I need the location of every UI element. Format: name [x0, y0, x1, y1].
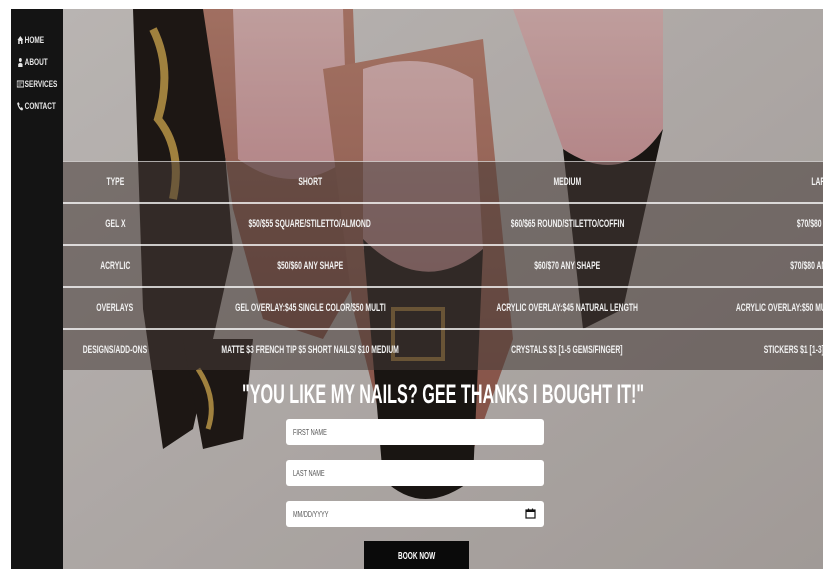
person-icon: [17, 57, 24, 67]
table-cell: STICKERS $1 [1-3]/FINGER-FOILS $3: [681, 328, 823, 370]
table-cell: $50/$55 SQUARE/STILETTO/ALMOND: [166, 202, 454, 245]
home-icon: [17, 35, 24, 45]
date-input[interactable]: MM/DD/YYYY: [286, 501, 544, 527]
table-cell: ACRYLIC OVERLAY:$50 MULTI COLOR/$55 W/DE…: [681, 286, 823, 329]
date-placeholder: MM/DD/YYYY: [293, 509, 329, 519]
table-cell: $50/$60 ANY SHAPE: [166, 244, 454, 287]
column-header-type: TYPE: [63, 161, 167, 203]
calendar-icon[interactable]: [525, 508, 536, 519]
first-name-placeholder: FIRST NAME: [293, 427, 327, 437]
table-cell: CRYSTALS $3 [1-5 GEMS/FINGER]: [453, 328, 682, 370]
table-cell: $70/$80 ANY SHAPE: [681, 244, 823, 287]
nav-item-label: SERVICES: [24, 79, 58, 89]
nav-item-label: CONTACT: [24, 101, 56, 111]
nav-item-home[interactable]: HOME: [11, 29, 61, 51]
column-header-large: LARGE: [681, 161, 823, 203]
table-cell: $70/$80 COFFIN: [681, 202, 823, 245]
table-cell: ACRYLIC: [63, 244, 167, 287]
table-cell: OVERLAYS: [63, 286, 167, 329]
column-header-medium: MEDIUM: [453, 161, 682, 203]
table-cell: $60/$70 ANY SHAPE: [453, 244, 682, 287]
sidebar-nav: HOME ABOUT SERVICES CONTACT: [11, 9, 63, 569]
last-name-placeholder: LAST NAME: [293, 468, 325, 478]
table-row: ACRYLIC $50/$60 ANY SHAPE $60/$70 ANY SH…: [63, 244, 823, 287]
table-header-row: TYPE SHORT MEDIUM LARGE: [63, 161, 823, 203]
table-row: DESIGNS/ADD-ONS MATTE $3 FRENCH TIP $5 S…: [63, 328, 823, 370]
table-cell: GEL X: [63, 202, 167, 245]
first-name-input[interactable]: FIRST NAME: [286, 419, 544, 445]
nav-item-about[interactable]: ABOUT: [11, 51, 61, 73]
nav-item-services[interactable]: SERVICES: [11, 73, 61, 95]
book-now-button[interactable]: BOOK NOW: [364, 541, 469, 569]
nav-item-label: ABOUT: [24, 57, 48, 67]
phone-icon: [17, 101, 24, 111]
table-cell: GEL OVERLAY:$45 SINGLE COLOR/$50 MULTI: [166, 286, 454, 329]
card-icon: [16, 79, 24, 89]
table-row: OVERLAYS GEL OVERLAY:$45 SINGLE COLOR/$5…: [63, 286, 823, 329]
table-cell: ACRYLIC OVERLAY:$45 NATURAL LENGTH: [453, 286, 682, 329]
last-name-input[interactable]: LAST NAME: [286, 460, 544, 486]
nav-item-label: HOME: [24, 35, 45, 45]
table-row: GEL X $50/$55 SQUARE/STILETTO/ALMOND $60…: [63, 202, 823, 245]
pricing-table: TYPE SHORT MEDIUM LARGE GEL X $50/$55 SQ…: [63, 161, 823, 370]
column-header-short: SHORT: [166, 161, 454, 203]
page-frame: HOME ABOUT SERVICES CONTACT TYPE SHORT M…: [11, 9, 823, 569]
table-cell: $60/$65 ROUND/STILETTO/COFFIN: [453, 202, 682, 245]
table-cell: DESIGNS/ADD-ONS: [63, 328, 167, 370]
nav-item-contact[interactable]: CONTACT: [11, 95, 61, 117]
hero-section: TYPE SHORT MEDIUM LARGE GEL X $50/$55 SQ…: [63, 9, 823, 569]
slogan-heading: "YOU LIKE MY NAILS? GEE THANKS I BOUGHT …: [241, 379, 645, 409]
table-cell: MATTE $3 FRENCH TIP $5 SHORT NAILS/ $10 …: [166, 328, 454, 370]
